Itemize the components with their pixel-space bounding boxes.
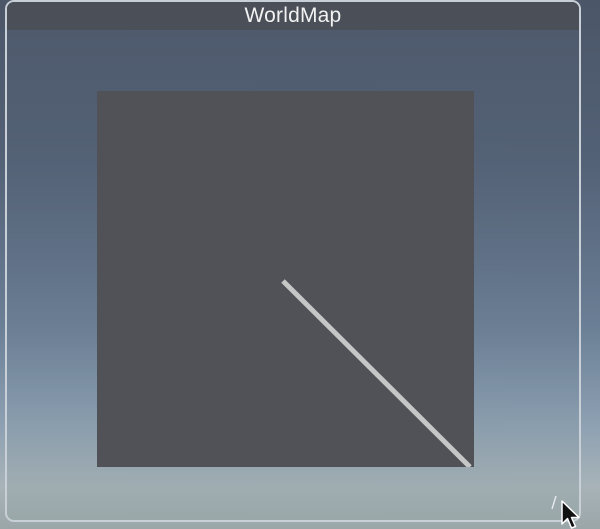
mouse-pointer-icon [561, 500, 580, 529]
worldmap-window[interactable]: WorldMap [5, 0, 581, 522]
map-line [281, 279, 472, 467]
world-map-canvas[interactable] [97, 91, 474, 467]
world-map-graphic [281, 279, 472, 467]
window-title-bar[interactable]: WorldMap [7, 2, 579, 30]
resize-handle-icon[interactable] [548, 492, 562, 512]
window-title: WorldMap [244, 4, 342, 27]
